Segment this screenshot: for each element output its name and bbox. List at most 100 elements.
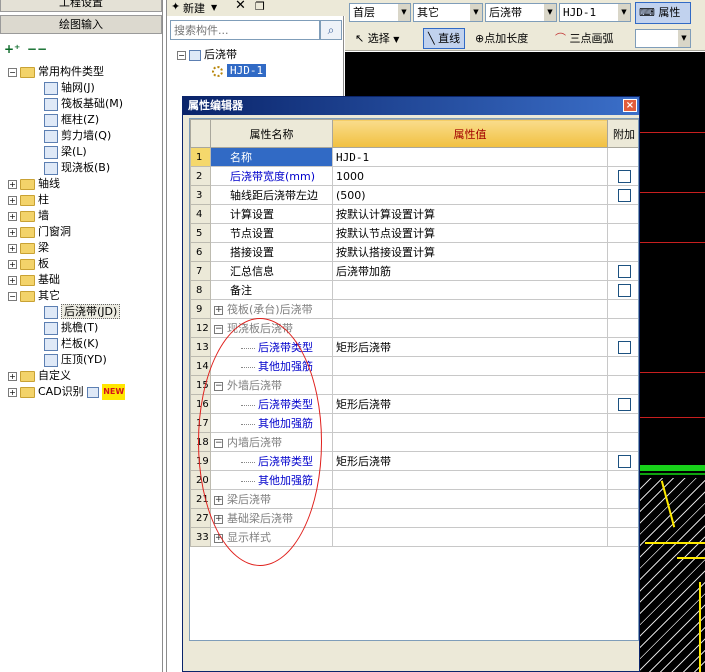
property-value[interactable]: 矩形后浇带 (332, 451, 608, 471)
expand-icon[interactable]: + (8, 387, 17, 397)
expand-icon[interactable]: + (8, 275, 17, 285)
property-row[interactable]: 9 + 筏板(承台)后浇带 (190, 299, 638, 319)
tree-item[interactable]: 现浇板(B) (44, 160, 110, 176)
property-value[interactable]: HJD-1 (332, 147, 608, 167)
tree-item[interactable]: 压顶(YD) (44, 352, 107, 368)
copy-icon[interactable]: ❐ (255, 0, 265, 13)
tree-item[interactable]: + 板 (8, 256, 49, 272)
property-row[interactable]: 4 计算设置 按默认计算设置计算 (190, 204, 638, 224)
property-row[interactable]: 7 汇总信息 后浇带加筋 (190, 261, 638, 281)
delete-icon[interactable]: ✕ (235, 0, 246, 13)
tree-item[interactable]: 挑檐(T) (44, 320, 98, 336)
collapse-icon[interactable]: − (214, 324, 223, 334)
new-dropdown-icon[interactable]: ▼ (211, 3, 217, 12)
component-group-post-pour-strip[interactable]: − 后浇带 (177, 47, 237, 63)
expand-icon[interactable]: + (8, 371, 17, 381)
expand-icon[interactable]: + (8, 195, 17, 205)
tree-item[interactable]: + 墙 (8, 208, 49, 224)
property-value[interactable]: 1000 (332, 166, 608, 186)
attach-checkbox[interactable] (617, 340, 631, 354)
expand-icon[interactable]: + (8, 227, 17, 237)
tree-item[interactable]: + 门窗洞 (8, 224, 71, 240)
attach-checkbox[interactable] (617, 283, 631, 297)
attach-checkbox[interactable] (617, 169, 631, 183)
property-row[interactable]: 27 + 基础梁后浇带 (190, 508, 638, 528)
tab-project-settings[interactable]: 工程设置 (0, 0, 162, 12)
collapse-icon[interactable]: − (8, 291, 17, 301)
property-row[interactable]: 6 搭接设置 按默认搭接设置计算 (190, 242, 638, 262)
property-value[interactable]: 按默认计算设置计算 (332, 204, 608, 224)
tree-item[interactable]: 后浇带(JD) (44, 304, 121, 320)
close-icon[interactable]: × (623, 99, 637, 112)
search-icon[interactable]: ⌕ (320, 20, 342, 40)
property-row[interactable]: 18− 内墙后浇带 (190, 432, 638, 452)
component-select[interactable]: HJD-1 ▼ (559, 3, 631, 22)
select-button[interactable]: ↖ 选择 ▼ (355, 28, 399, 49)
property-value[interactable] (332, 413, 608, 433)
property-row[interactable]: 12− 现浇板后浇带 (190, 318, 638, 338)
tab-drawing-input[interactable]: 绘图输入 (0, 15, 162, 34)
floor-select[interactable]: 首层 ▼ (349, 3, 411, 22)
property-row[interactable]: 3 轴线距后浇带左边 (500) (190, 185, 638, 205)
attach-checkbox[interactable] (617, 188, 631, 202)
attach-checkbox[interactable] (617, 397, 631, 411)
property-value[interactable] (332, 470, 608, 490)
expand-icon[interactable]: + (8, 259, 17, 269)
property-value[interactable] (332, 280, 608, 300)
expand-all-icon[interactable]: +⁺ (4, 42, 20, 56)
collapse-icon[interactable]: − (177, 50, 186, 60)
property-row[interactable]: 20 其他加强筋 (190, 470, 638, 490)
tree-item[interactable]: 筏板基础(M) (44, 96, 123, 112)
expand-icon[interactable]: + (8, 211, 17, 221)
attach-checkbox[interactable] (617, 264, 631, 278)
three-point-arc-button[interactable]: ⌒ 三点画弧 (555, 28, 614, 49)
property-row[interactable]: 8 备注 (190, 280, 638, 300)
property-value[interactable]: 按默认节点设置计算 (332, 223, 608, 243)
collapse-icon[interactable]: − (8, 67, 17, 77)
collapse-icon[interactable]: − (214, 381, 223, 391)
property-value[interactable]: 矩形后浇带 (332, 394, 608, 414)
tree-item[interactable]: + 轴线 (8, 176, 60, 192)
property-row[interactable]: 16 后浇带类型 矩形后浇带 (190, 394, 638, 414)
property-row[interactable]: 33 + 显示样式 (190, 527, 638, 547)
component-search-input[interactable] (170, 20, 320, 40)
collapse-icon[interactable]: − (214, 438, 223, 448)
property-value[interactable]: 按默认搭接设置计算 (332, 242, 608, 262)
tree-item[interactable]: 框柱(Z) (44, 112, 99, 128)
type-select[interactable]: 后浇带 ▼ (485, 3, 557, 22)
expand-icon[interactable]: + (214, 305, 223, 315)
new-button[interactable]: 新建 (183, 0, 205, 16)
tree-item[interactable]: + 柱 (8, 192, 49, 208)
expand-icon[interactable]: + (214, 495, 223, 505)
property-row[interactable]: 15− 外墙后浇带 (190, 375, 638, 395)
new-icon[interactable]: ✦ (171, 0, 180, 13)
tree-item[interactable]: + CAD识别 NEW (8, 384, 126, 400)
property-row[interactable]: 14 其他加强筋 (190, 356, 638, 376)
property-row[interactable]: 19 后浇带类型 矩形后浇带 (190, 451, 638, 471)
property-row[interactable]: 17 其他加强筋 (190, 413, 638, 433)
property-row[interactable]: 2 后浇带宽度(mm) 1000 (190, 166, 638, 186)
property-row[interactable]: 21 + 梁后浇带 (190, 489, 638, 509)
property-value[interactable]: (500) (332, 185, 608, 205)
component-item-hjd-1[interactable]: HJD-1 (212, 63, 267, 78)
properties-button[interactable]: ⌨ 属性 (635, 2, 691, 24)
category-select[interactable]: 其它 ▼ (413, 3, 483, 22)
tree-item[interactable]: 栏板(K) (44, 336, 99, 352)
attach-checkbox[interactable] (617, 454, 631, 468)
property-value[interactable]: 矩形后浇带 (332, 337, 608, 357)
expand-icon[interactable]: + (214, 514, 223, 524)
arc-mode-select[interactable]: ▼ (635, 29, 691, 48)
tree-item[interactable]: + 梁 (8, 240, 49, 256)
tree-item[interactable]: 梁(L) (44, 144, 87, 160)
property-value[interactable] (332, 356, 608, 376)
tree-item[interactable]: − 其它 (8, 288, 60, 304)
tree-item[interactable]: − 常用构件类型 (8, 64, 104, 80)
point-length-button[interactable]: ⊕点加长度 (475, 28, 528, 49)
tree-item[interactable]: + 自定义 (8, 368, 71, 384)
property-value[interactable]: 后浇带加筋 (332, 261, 608, 281)
property-row[interactable]: 5 节点设置 按默认节点设置计算 (190, 223, 638, 243)
tree-item[interactable]: 轴网(J) (44, 80, 95, 96)
collapse-all-icon[interactable]: −− (27, 42, 47, 56)
property-row[interactable]: 13 后浇带类型 矩形后浇带 (190, 337, 638, 357)
property-row[interactable]: 1 名称 HJD-1 (190, 147, 638, 167)
